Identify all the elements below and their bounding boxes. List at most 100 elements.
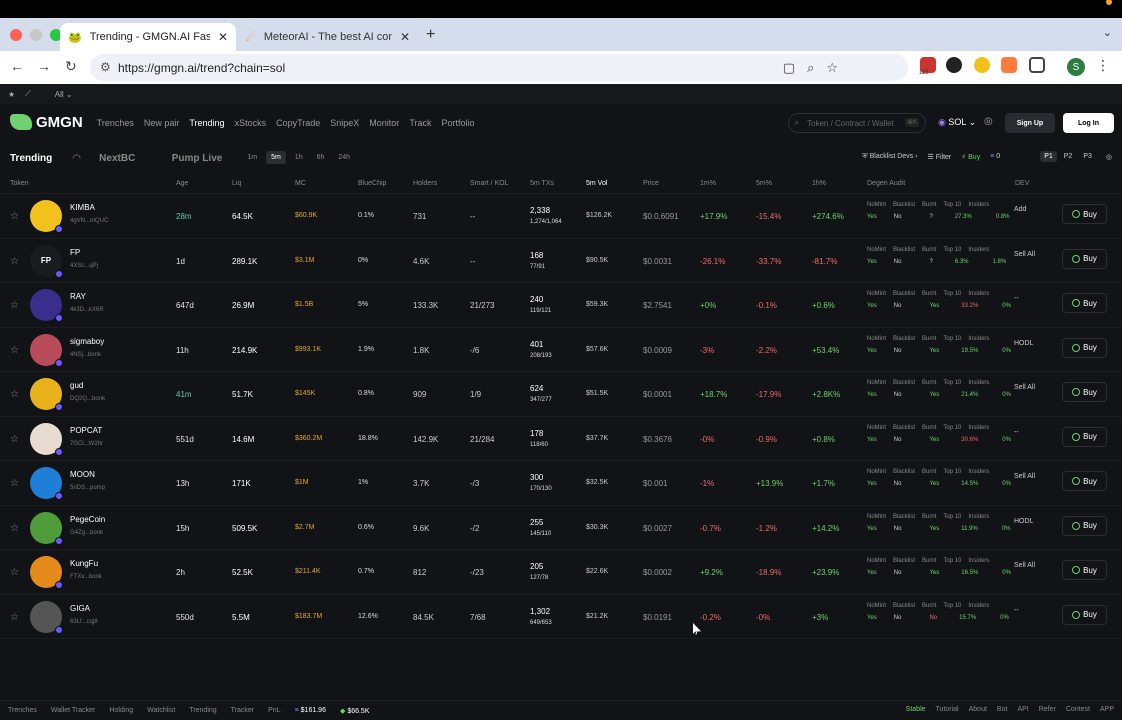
dev-status[interactable]: HODL <box>1014 518 1033 525</box>
table-row[interactable]: ☆ FP FP 4XSc...qPj 1d 289.1K $3.1M 0% 4.6K -- 168 7… <box>0 239 1122 283</box>
page-p1[interactable]: P1 <box>1040 151 1057 162</box>
table-row[interactable]: ☆ POPCAT 7GCi...W2hr 551d 14.6M $360.2M 18.8% 1… <box>0 417 1122 461</box>
buy-amount-input[interactable]: ≡ 0 <box>990 153 1030 160</box>
column-header-price[interactable]: Price <box>643 180 659 187</box>
nav-trending[interactable]: Trending <box>189 118 224 128</box>
column-header-bluechip[interactable]: BlueChip <box>358 180 386 187</box>
column-header-5m-vol[interactable]: 5m Vol <box>586 180 607 187</box>
timeframe-5m[interactable]: 5m <box>266 150 286 164</box>
table-row[interactable]: ☆ KungFu FTXv...bonk 2h 52.5K $211.4K 0.7% 812 -… <box>0 550 1122 595</box>
favorite-star-icon[interactable]: ☆ <box>10 300 19 311</box>
tab-nextbc[interactable]: ◠ NextBC <box>73 153 152 164</box>
page-p2[interactable]: P2 <box>1060 151 1077 162</box>
footer-contest[interactable]: Contest <box>1066 706 1090 713</box>
bookmark-star-icon[interactable]: ★ <box>8 90 15 99</box>
column-header-dev[interactable]: DEV <box>1015 180 1029 187</box>
tab-gmgn[interactable]: 🐸 Trending - GMGN.AI Fast Trac ✕ <box>60 23 236 51</box>
footer-wallet-tracker[interactable]: Wallet Tracker <box>51 707 95 714</box>
buy-button[interactable]: Buy <box>1062 560 1107 580</box>
table-row[interactable]: ☆ GIGA 63Lf...cqj8 550d 5.5M $183.7M 12.6% 84.5… <box>0 595 1122 639</box>
table-row[interactable]: ☆ PegeCoin G4Zg...bonk 15h 509.5K $2.7M 0.6% 9.… <box>0 506 1122 550</box>
column-header-smart-kol[interactable]: Smart / KOL <box>470 180 509 187</box>
filter-button[interactable]: ☰ Filter <box>927 153 951 161</box>
favorite-star-icon[interactable]: ☆ <box>10 612 19 623</box>
token-name[interactable]: MOON <box>70 470 95 479</box>
close-icon[interactable]: ✕ <box>400 30 410 44</box>
footer-watchlist[interactable]: Watchlist <box>147 707 175 714</box>
dev-status[interactable]: Sell All <box>1014 473 1035 480</box>
footer-tutorial[interactable]: Tutorial <box>936 706 959 713</box>
token-name[interactable]: GIGA <box>70 604 90 613</box>
chart-icon[interactable]: ⟋ <box>25 89 31 99</box>
quick-buy-button[interactable]: ⚡ Buy <box>961 153 980 161</box>
timeframe-6h[interactable]: 6h <box>312 151 330 164</box>
log-in-button[interactable]: Log In <box>1063 113 1114 133</box>
column-header-liq[interactable]: Liq <box>232 180 241 187</box>
footer-app[interactable]: APP <box>1100 706 1114 713</box>
table-row[interactable]: ☆ sigmaboy 4NSj...bonk 11h 214.9K $993.1K 1.9%… <box>0 328 1122 372</box>
column-header-degen-audit[interactable]: Degen Audit <box>867 180 905 187</box>
favorite-star-icon[interactable]: ☆ <box>10 523 19 534</box>
favorite-star-icon[interactable]: ☆ <box>10 478 19 489</box>
favorite-star-icon[interactable]: ☆ <box>10 211 19 222</box>
footer-trenches[interactable]: Trenches <box>8 707 37 714</box>
dev-status[interactable]: HODL <box>1014 340 1033 347</box>
timeframe-1m[interactable]: 1m <box>242 151 262 164</box>
buy-button[interactable]: Buy <box>1062 382 1107 402</box>
dev-status[interactable]: Sell All <box>1014 384 1035 391</box>
nav-track[interactable]: Track <box>409 118 431 128</box>
back-icon[interactable]: ← <box>10 58 24 74</box>
column-header-token[interactable]: Token <box>10 180 29 187</box>
buy-button[interactable]: Buy <box>1062 337 1107 358</box>
extension-v3-icon[interactable] <box>946 57 962 73</box>
favorite-star-icon[interactable]: ☆ <box>10 434 19 445</box>
new-tab-icon[interactable]: + <box>426 26 435 44</box>
bookmarks-all[interactable]: All ⌄ <box>55 90 73 99</box>
zoom-icon[interactable]: ⌕ <box>807 60 814 76</box>
token-name[interactable]: RAY <box>70 292 86 301</box>
column-header-5m-[interactable]: 5m% <box>756 180 772 187</box>
chain-selector[interactable]: ◉ SOL ⌄ <box>938 117 976 128</box>
dev-status[interactable]: Add <box>1014 206 1026 213</box>
buy-button[interactable]: Buy <box>1062 471 1107 491</box>
footer-pnl[interactable]: PnL <box>268 707 280 714</box>
sign-up-button[interactable]: Sign Up <box>1005 113 1055 133</box>
chevron-down-icon[interactable]: ⌄ <box>1103 26 1112 39</box>
gmgn-logo[interactable]: GMGN <box>10 114 83 131</box>
buy-button[interactable]: Buy <box>1062 293 1107 313</box>
column-header-1h-[interactable]: 1h% <box>812 180 826 187</box>
footer-bot[interactable]: Bot <box>997 706 1008 713</box>
favorite-star-icon[interactable]: ☆ <box>10 256 19 267</box>
tab-trending[interactable]: Trending <box>10 153 52 164</box>
nav-copytrade[interactable]: CopyTrade <box>276 118 320 128</box>
table-row[interactable]: ☆ gud DQ2Q...bonk 41m 51.7K $145K 0.8% 909 1/9 62… <box>0 372 1122 417</box>
favorite-star-icon[interactable]: ☆ <box>10 567 19 578</box>
buy-button[interactable]: Buy <box>1062 604 1107 625</box>
dev-status[interactable]: Sell All <box>1014 251 1035 258</box>
nav-new-pair[interactable]: New pair <box>144 118 180 128</box>
settings-icon[interactable]: ◎ <box>1106 153 1112 161</box>
nav-portfolio[interactable]: Portfolio <box>441 118 474 128</box>
extension-meteor-icon[interactable] <box>1001 57 1017 73</box>
timeframe-1h[interactable]: 1h <box>290 151 308 164</box>
column-header-1m-[interactable]: 1m% <box>700 180 716 187</box>
token-name[interactable]: gud <box>70 381 83 390</box>
favorite-star-icon[interactable]: ☆ <box>10 345 19 356</box>
screenshot-icon[interactable]: ▢ <box>783 60 795 76</box>
page-p3[interactable]: P3 <box>1079 151 1096 162</box>
footer-about[interactable]: About <box>969 706 987 713</box>
footer-trending[interactable]: Trending <box>189 707 216 714</box>
footer-api[interactable]: API <box>1017 706 1028 713</box>
buy-button[interactable]: Buy <box>1062 248 1107 269</box>
token-name[interactable]: PegeCoin <box>70 515 105 524</box>
minimize-window-button[interactable] <box>30 29 42 41</box>
column-header-holders[interactable]: Holders <box>413 180 437 187</box>
token-name[interactable]: KungFu <box>70 559 98 568</box>
table-row[interactable]: ☆ RAY 4k3D...kX6R 647d 26.9M $1.5B 5% 133.3K 21/… <box>0 283 1122 328</box>
close-icon[interactable]: ✕ <box>218 30 228 44</box>
nav-snipex[interactable]: SnipeX <box>330 118 359 128</box>
timeframe-24h[interactable]: 24h <box>333 151 355 164</box>
table-row[interactable]: ☆ MOON 5nDS...pump 13h 171K $1M 1% 3.7K -/3 300 17… <box>0 461 1122 506</box>
nav-trenches[interactable]: Trenches <box>97 118 134 128</box>
bookmark-star-icon[interactable]: ☆ <box>826 60 838 76</box>
